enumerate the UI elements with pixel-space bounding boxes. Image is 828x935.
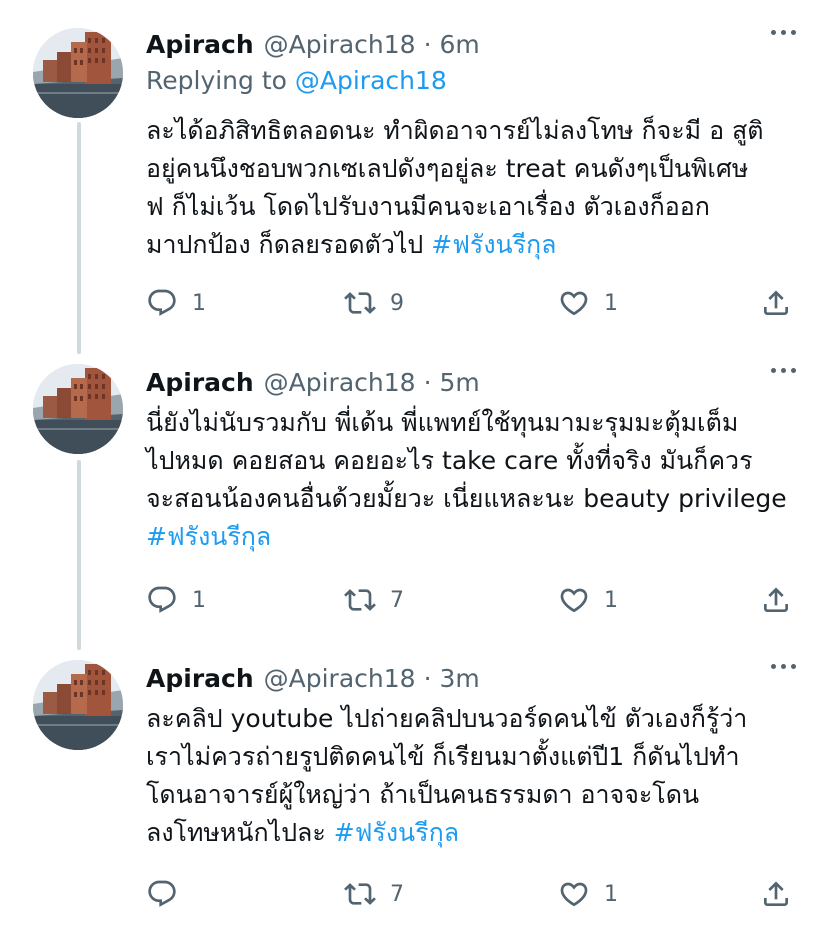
author-name[interactable]: Apirach bbox=[146, 30, 254, 59]
author-name[interactable]: Apirach bbox=[146, 664, 254, 693]
separator-dot: · bbox=[423, 367, 432, 397]
tweet-text-line: นี่ยังไม่นับรวมกับ พี่เด้น พี่แพทย์ใช้ทุ… bbox=[146, 408, 739, 437]
share-button[interactable] bbox=[760, 874, 792, 914]
tweet[interactable]: Apirach @Apirach18 · 5m นี่ยังไม่นับรวมก… bbox=[0, 362, 828, 632]
replying-to-handle[interactable]: @Apirach18 bbox=[295, 66, 447, 95]
retweet-button[interactable]: 9 bbox=[344, 283, 404, 323]
like-count: 1 bbox=[604, 587, 618, 613]
more-options-icon[interactable] bbox=[771, 664, 796, 669]
like-button[interactable]: 1 bbox=[558, 580, 618, 620]
author-handle[interactable]: @Apirach18 bbox=[264, 30, 416, 59]
like-count: 1 bbox=[604, 290, 618, 316]
tweet-text-line: #ฟรังนรีกุล bbox=[146, 518, 806, 556]
tweet-actions: 7 1 bbox=[146, 874, 796, 914]
author-handle[interactable]: @Apirach18 bbox=[264, 664, 416, 693]
tweet-text-line: ไปหมด คอยสอน คอยอะไร take care ทั้งที่จร… bbox=[146, 446, 753, 475]
tweet-text: ละได้อภิสิทธิตลอดนะ ทำผิดอาจารย์ไม่ลงโทษ… bbox=[146, 112, 806, 264]
more-options-icon[interactable] bbox=[771, 30, 796, 35]
retweet-button[interactable]: 7 bbox=[344, 580, 404, 620]
tweet[interactable]: Apirach @Apirach18 · 3m ละคลิป youtube ไ… bbox=[0, 658, 828, 928]
tweet-actions: 1 7 1 bbox=[146, 580, 796, 620]
retweet-icon bbox=[344, 584, 376, 616]
separator-dot: · bbox=[423, 663, 432, 693]
hashtag-link[interactable]: #ฟรังนรีกุล bbox=[146, 522, 271, 551]
share-icon bbox=[760, 287, 792, 319]
reply-count: 1 bbox=[192, 290, 206, 316]
timestamp[interactable]: 5m bbox=[440, 368, 480, 397]
replying-prefix: Replying to bbox=[146, 66, 295, 95]
separator-dot: · bbox=[423, 29, 432, 59]
reply-button[interactable]: 1 bbox=[146, 580, 206, 620]
tweet-header: Apirach @Apirach18 · 5m bbox=[146, 362, 480, 402]
tweet-text-fragment: ลงโทษหนักไปละ bbox=[146, 818, 334, 847]
timestamp[interactable]: 6m bbox=[440, 30, 480, 59]
retweet-icon bbox=[344, 878, 376, 910]
avatar[interactable] bbox=[33, 28, 123, 118]
tweet-text-line: ละได้อภิสิทธิตลอดนะ ทำผิดอาจารย์ไม่ลงโทษ… bbox=[146, 116, 764, 145]
like-count: 1 bbox=[604, 881, 618, 907]
heart-icon bbox=[558, 584, 590, 616]
reply-button[interactable]: 1 bbox=[146, 283, 206, 323]
tweet-text: นี่ยังไม่นับรวมกับ พี่เด้น พี่แพทย์ใช้ทุ… bbox=[146, 404, 806, 556]
reply-icon bbox=[146, 287, 178, 319]
tweet-text: ละคลิป youtube ไปถ่ายคลิปบนวอร์ดคนไข้ ตั… bbox=[146, 700, 806, 852]
tweet-text-line: ฟ ก็ไม่เว้น โดดไปรับงานมีคนจะเอาเรื่อง ต… bbox=[146, 192, 710, 221]
hashtag-link[interactable]: #ฟรังนรีกุล bbox=[334, 818, 459, 847]
tweet-header: Apirach @Apirach18 · 6m bbox=[146, 24, 480, 64]
retweet-count: 7 bbox=[390, 881, 404, 907]
tweet-text-line: โดนอาจารย์ผู้ใหญ่ว่า ถ้าเป็นคนธรรมดา อาจ… bbox=[146, 780, 700, 809]
hashtag-link[interactable]: #ฟรังนรีกุล bbox=[431, 230, 556, 259]
retweet-count: 9 bbox=[390, 290, 404, 316]
author-handle[interactable]: @Apirach18 bbox=[264, 368, 416, 397]
reply-icon bbox=[146, 584, 178, 616]
share-button[interactable] bbox=[760, 283, 792, 323]
tweet-text-line: ลงโทษหนักไปละ #ฟรังนรีกุล bbox=[146, 814, 806, 852]
tweet-text-line: ละคลิป youtube ไปถ่ายคลิปบนวอร์ดคนไข้ ตั… bbox=[146, 704, 748, 733]
reply-button[interactable] bbox=[146, 874, 178, 914]
retweet-count: 7 bbox=[390, 587, 404, 613]
timestamp[interactable]: 3m bbox=[440, 664, 480, 693]
tweet[interactable]: Apirach @Apirach18 · 6m Replying to @Api… bbox=[0, 24, 828, 324]
like-button[interactable]: 1 bbox=[558, 874, 618, 914]
avatar[interactable] bbox=[33, 364, 123, 454]
heart-icon bbox=[558, 287, 590, 319]
replying-to: Replying to @Apirach18 bbox=[146, 66, 447, 95]
author-name[interactable]: Apirach bbox=[146, 368, 254, 397]
retweet-icon bbox=[344, 287, 376, 319]
tweet-header: Apirach @Apirach18 · 3m bbox=[146, 658, 480, 698]
share-button[interactable] bbox=[760, 580, 792, 620]
tweet-text-line: เราไม่ควรถ่ายรูปติดคนไข้ ก็เรียนมาตั้งแต… bbox=[146, 742, 740, 771]
retweet-button[interactable]: 7 bbox=[344, 874, 404, 914]
reply-count: 1 bbox=[192, 587, 206, 613]
tweet-text-fragment: มาปกป้อง ก็ดลยรอดตัวไป bbox=[146, 230, 432, 259]
more-options-icon[interactable] bbox=[771, 368, 796, 373]
share-icon bbox=[760, 878, 792, 910]
like-button[interactable]: 1 bbox=[558, 283, 618, 323]
reply-icon bbox=[146, 878, 178, 910]
tweet-text-line: จะสอนน้องคนอื่นด้วยมั้ยวะ เนี่ยแหละนะ be… bbox=[146, 484, 787, 513]
heart-icon bbox=[558, 878, 590, 910]
share-icon bbox=[760, 584, 792, 616]
tweet-actions: 1 9 1 bbox=[146, 283, 796, 323]
tweet-text-line: อยู่คนนึงชอบพวกเซเลปดังๆอยู่ละ treat คนด… bbox=[146, 154, 749, 183]
avatar[interactable] bbox=[33, 660, 123, 750]
tweet-text-line: มาปกป้อง ก็ดลยรอดตัวไป #ฟรังนรีกุล bbox=[146, 226, 806, 264]
